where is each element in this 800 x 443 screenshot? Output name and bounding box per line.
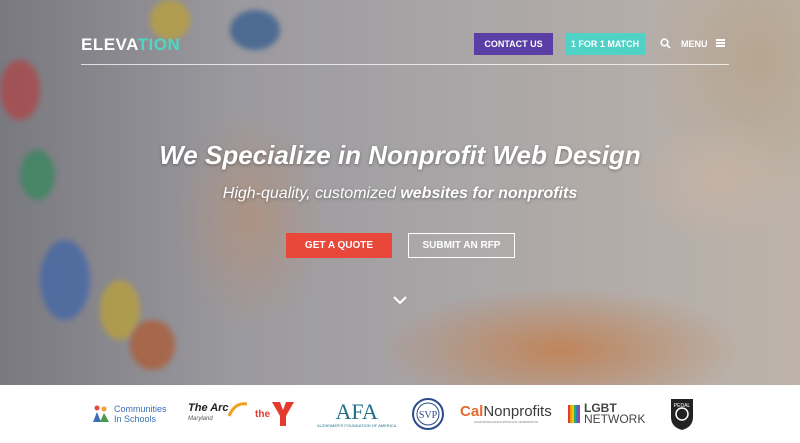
calnonprofits-logo[interactable]: CalNonprofits CALIFORNIA ASSOCIATION OF … bbox=[460, 385, 552, 443]
pedal-revolution-logo[interactable]: PEDAL bbox=[669, 385, 695, 443]
partner-logo-strip: Communities In Schools The Arc Maryland th… bbox=[0, 385, 800, 443]
contact-us-button[interactable]: CONTACT US bbox=[474, 33, 553, 55]
ymca-y-icon bbox=[272, 402, 294, 426]
submit-rfp-button[interactable]: SUBMIT AN RFP bbox=[408, 233, 515, 258]
svg-text:PEDAL: PEDAL bbox=[674, 403, 691, 409]
chevron-down-icon[interactable] bbox=[393, 295, 407, 305]
lgbt-network-logo[interactable]: LGBT NETWORK bbox=[568, 385, 645, 443]
shield-icon: PEDAL bbox=[671, 399, 693, 430]
seal-icon: SVP bbox=[412, 398, 444, 430]
hero-banner: ELEVATION CONTACT US 1 FOR 1 MATCH MENU … bbox=[0, 0, 800, 385]
svdp-seal-logo[interactable]: SVP bbox=[411, 385, 445, 443]
people-icon bbox=[93, 405, 109, 422]
menu-label[interactable]: MENU bbox=[681, 39, 708, 49]
match-button[interactable]: 1 FOR 1 MATCH bbox=[565, 33, 645, 55]
search-icon[interactable] bbox=[660, 38, 671, 49]
hamburger-icon[interactable] bbox=[716, 39, 725, 47]
site-logo[interactable]: ELEVATION bbox=[81, 35, 180, 55]
svg-text:SVP: SVP bbox=[419, 410, 438, 421]
hero-subhead: High-quality, customized websites for no… bbox=[222, 185, 578, 202]
afa-logo[interactable]: AFA ALZHEIMER'S FOUNDATION OF AMERICA bbox=[317, 385, 396, 443]
arc-swoosh-icon bbox=[227, 402, 247, 417]
ymca-logo[interactable]: the bbox=[255, 385, 296, 443]
get-quote-button[interactable]: GET A QUOTE bbox=[286, 233, 392, 258]
rainbow-bars-icon bbox=[568, 405, 580, 423]
nav-divider bbox=[81, 64, 729, 65]
communities-in-schools-logo[interactable]: Communities In Schools bbox=[92, 385, 167, 443]
the-arc-logo[interactable]: The Arc Maryland bbox=[188, 385, 249, 443]
hero-headline: We Specialize in Nonprofit Web Design bbox=[159, 140, 641, 170]
